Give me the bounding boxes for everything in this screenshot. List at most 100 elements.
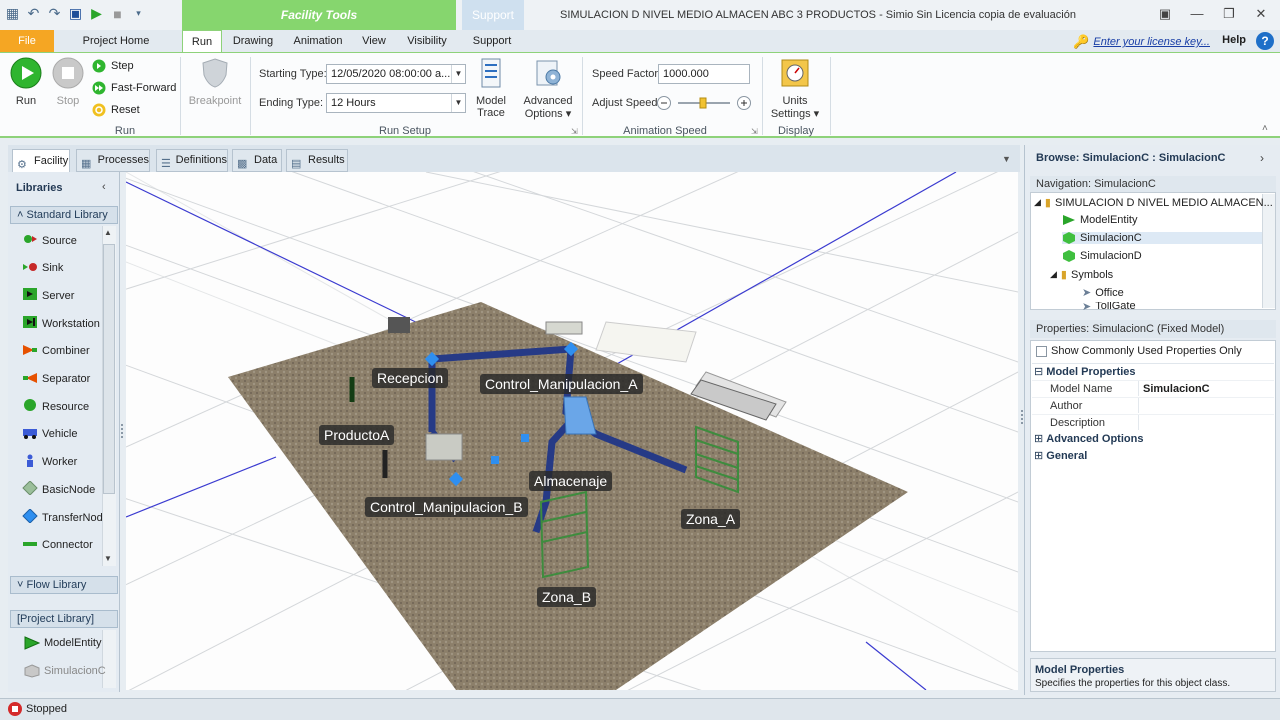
property-row[interactable]: Description	[1032, 414, 1274, 430]
customize-qat-icon[interactable]: ▾	[130, 5, 147, 22]
label-productoa[interactable]: ProductoA	[319, 425, 395, 445]
run-small-icon[interactable]: ▶	[88, 5, 105, 22]
collapse-browse-icon[interactable]: ›	[1260, 151, 1264, 165]
adjust-speed-slider[interactable]	[656, 95, 752, 111]
splitter-handle[interactable]	[121, 424, 124, 438]
property-row[interactable]: Author	[1032, 397, 1274, 413]
library-item-basicnode[interactable]: BasicNode	[22, 480, 95, 498]
flow-library-header[interactable]: ˅ Flow Library	[10, 576, 118, 594]
reset-button[interactable]: Reset	[92, 103, 140, 117]
library-item-worker[interactable]: Worker	[22, 454, 77, 471]
show-common-checkbox-row[interactable]: Show Commonly Used Properties Only	[1032, 343, 1274, 359]
ending-type-combo[interactable]: 12 Hours ▼	[326, 93, 466, 113]
tree-node-simulacionc[interactable]: SimulacionC	[1062, 232, 1262, 244]
minimize-icon[interactable]: —	[1188, 5, 1206, 23]
tab-animation[interactable]: Animation	[288, 30, 348, 52]
tree-node-modelentity[interactable]: ModelEntity	[1062, 214, 1137, 226]
starting-type-combo[interactable]: 12/05/2020 08:00:00 a... ▼	[326, 64, 466, 84]
library-item-resource[interactable]: Resource	[22, 398, 89, 415]
library-item-server[interactable]: Server	[22, 287, 74, 304]
tab-menu-chevron-icon[interactable]: ▼	[1002, 154, 1011, 164]
library-item-label: TransferNod	[42, 511, 103, 524]
tab-run[interactable]: Run	[182, 30, 222, 52]
tab-support[interactable]: Support	[466, 30, 518, 52]
help-icon[interactable]: ?	[1256, 32, 1274, 50]
property-row[interactable]: Model Name SimulacionC	[1032, 380, 1274, 396]
tab-project-home[interactable]: Project Home	[78, 30, 154, 52]
tab-results[interactable]: ▤ Results	[286, 149, 348, 172]
run-button[interactable]: Run	[8, 57, 44, 107]
project-library-header[interactable]: [Project Library]	[10, 610, 118, 628]
step-button[interactable]: Step	[92, 59, 134, 73]
library-item-simulacionc[interactable]: SimulacionC	[24, 664, 106, 678]
scroll-up-icon[interactable]: ▲	[104, 228, 112, 237]
license-link[interactable]: Enter your license key...	[1093, 36, 1210, 48]
tab-view[interactable]: View	[356, 30, 392, 52]
scroll-down-icon[interactable]: ▼	[104, 554, 112, 563]
label-control-manipulacion-b[interactable]: Control_Manipulacion_B	[365, 497, 528, 517]
tab-data[interactable]: ▩ Data	[232, 149, 282, 172]
library-item-modelentity[interactable]: ModelEntity	[24, 636, 101, 650]
library-item-vehicle[interactable]: Vehicle	[22, 426, 77, 443]
library-item-sink[interactable]: Sink	[22, 260, 63, 277]
tree-node-office[interactable]: ➤ Office	[1082, 286, 1124, 300]
scroll-thumb[interactable]	[103, 244, 115, 494]
units-settings-button[interactable]: Units Settings ▾	[766, 57, 824, 120]
save-icon[interactable]: ▣	[67, 5, 84, 22]
breakpoint-button[interactable]: Breakpoint	[186, 57, 244, 107]
chevron-down-icon[interactable]: ▼	[451, 65, 465, 83]
dialog-launcher-icon[interactable]: ⇲	[751, 127, 758, 136]
general-category[interactable]: ⊞ General	[1032, 448, 1274, 464]
facility-3d-view[interactable]: Recepcion Control_Manipulacion_A Product…	[126, 172, 1018, 690]
property-name: Model Name	[1050, 383, 1113, 395]
tree-scrollbar[interactable]	[1262, 194, 1275, 308]
model-trace-button[interactable]: Model Trace	[472, 57, 510, 119]
project-library-scrollbar[interactable]	[102, 630, 116, 688]
label-zona-b[interactable]: Zona_B	[537, 587, 597, 607]
tree-node-symbols[interactable]: ◢ ▮ Symbols	[1050, 268, 1113, 282]
standard-library-header[interactable]: ˄ Standard Library	[10, 206, 118, 224]
dialog-launcher-icon[interactable]: ⇲	[571, 127, 578, 136]
model-properties-category[interactable]: ⊟ Model Properties	[1032, 363, 1274, 379]
property-value[interactable]: SimulacionC	[1138, 381, 1274, 396]
collapse-libraries-icon[interactable]: ‹	[102, 181, 106, 193]
library-item-workstation[interactable]: Workstation	[22, 315, 100, 332]
collapse-ribbon-icon[interactable]: ˄	[1262, 123, 1268, 134]
browse-title: Browse: SimulacionC : SimulacionC	[1036, 152, 1226, 164]
undo-icon[interactable]: ↶	[25, 5, 42, 22]
advanced-options-category[interactable]: ⊞ Advanced Options	[1032, 431, 1274, 447]
library-item-source[interactable]: Source	[22, 232, 77, 249]
advanced-options-button[interactable]: Advanced Options ▾	[520, 57, 576, 120]
speed-factor-input[interactable]: 1000.000	[658, 64, 750, 84]
tab-definitions[interactable]: ☰ Definitions	[156, 149, 228, 172]
tree-node-simulaciond[interactable]: SimulacionD	[1062, 250, 1142, 262]
tab-facility[interactable]: ⚙ Facility	[12, 149, 70, 172]
tree-node-root[interactable]: ◢ ▮ SIMULACION D NIVEL MEDIO ALMACEN...	[1034, 196, 1273, 210]
tab-drawing[interactable]: Drawing	[228, 30, 278, 52]
property-value[interactable]	[1138, 398, 1274, 413]
show-common-checkbox[interactable]	[1036, 345, 1047, 357]
tab-file[interactable]: File	[0, 30, 54, 52]
tab-processes-label: Processes	[97, 154, 149, 166]
help-label[interactable]: Help	[1222, 34, 1246, 46]
redo-icon[interactable]: ↷	[46, 5, 63, 22]
library-item-transfernod[interactable]: TransferNod	[22, 508, 103, 526]
restore-layout-icon[interactable]: ▣	[1156, 5, 1174, 23]
close-icon[interactable]: ✕	[1252, 5, 1270, 23]
label-control-manipulacion-a[interactable]: Control_Manipulacion_A	[480, 374, 643, 394]
tab-processes[interactable]: ▦ Processes	[76, 149, 150, 172]
property-value[interactable]	[1138, 415, 1274, 430]
stop-button[interactable]: Stop	[50, 57, 86, 107]
tab-visibility[interactable]: Visibility	[402, 30, 452, 52]
label-almacenaje[interactable]: Almacenaje	[529, 471, 613, 491]
label-zona-a[interactable]: Zona_A	[681, 509, 741, 529]
library-item-connector[interactable]: Connector	[22, 537, 93, 554]
chevron-down-icon[interactable]: ▼	[451, 94, 465, 112]
label-recepcion[interactable]: Recepcion	[372, 368, 449, 388]
stop-small-icon[interactable]: ■	[109, 5, 126, 22]
maximize-icon[interactable]: ❐	[1220, 5, 1238, 23]
fast-forward-button[interactable]: Fast-Forward	[92, 81, 176, 95]
library-item-separator[interactable]: Separator	[22, 371, 90, 388]
library-item-combiner[interactable]: Combiner	[22, 343, 90, 360]
tree-node-tollgate[interactable]: ➤ TollGate	[1082, 302, 1136, 310]
